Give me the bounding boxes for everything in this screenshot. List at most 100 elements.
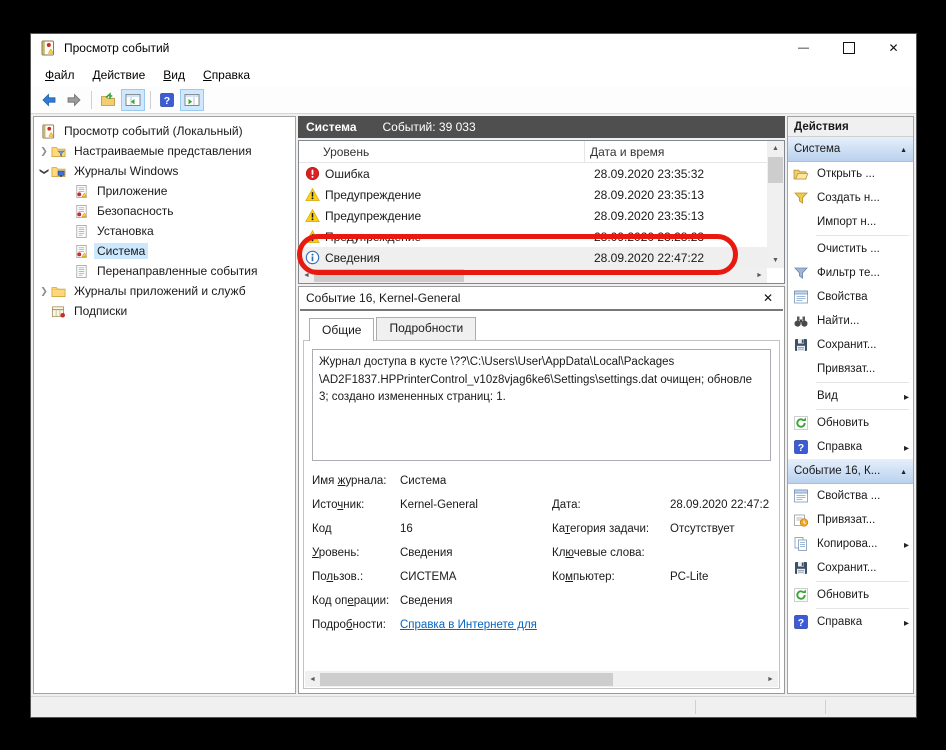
help-icon: ? <box>159 92 175 108</box>
collapse-icon[interactable] <box>900 143 907 155</box>
tab-general[interactable]: Общие <box>309 318 374 341</box>
center-pane: Система Событий: 39 033 Уровень Дата и в… <box>298 116 785 694</box>
field-row: Имя журнала: Система <box>312 475 771 499</box>
statusbar-separator <box>825 700 826 714</box>
action-event-help[interactable]: ? Справка <box>788 610 913 634</box>
event-row[interactable]: Предупреждение 28.09.2020 23:35:13 <box>299 205 767 226</box>
export-log-button[interactable] <box>96 89 120 111</box>
tree-item-root[interactable]: Просмотр событий (Локальный) <box>34 121 295 141</box>
action-event-save[interactable]: Сохранит... <box>788 556 913 580</box>
field-row: Подробности: Справка в Интернете для <box>312 619 771 643</box>
tree-item-security[interactable]: Безопасность <box>34 201 295 221</box>
no-icon <box>793 241 811 257</box>
field-label-date: Дата: <box>552 499 670 511</box>
save-icon <box>793 337 811 353</box>
event-row[interactable]: Ошибка 28.09.2020 23:35:32 <box>299 163 767 184</box>
scrollbar-thumb[interactable] <box>314 269 464 282</box>
toggle-action-pane-button[interactable] <box>180 89 204 111</box>
action-attach-task[interactable]: Привязат... <box>788 357 913 381</box>
info-icon <box>305 250 320 265</box>
back-button[interactable] <box>37 89 61 111</box>
column-level[interactable]: Уровень <box>299 141 585 162</box>
list-horizontal-scrollbar[interactable] <box>299 268 767 283</box>
subscriptions-icon <box>51 304 67 319</box>
action-properties[interactable]: Свойства <box>788 285 913 309</box>
tree-item-application[interactable]: Приложение <box>34 181 295 201</box>
tree-item-custom-views[interactable]: Настраиваемые представления <box>34 141 295 161</box>
no-icon <box>793 214 811 230</box>
chevron-right-icon[interactable] <box>37 146 51 157</box>
event-row-selected[interactable]: Сведения 28.09.2020 22:47:22 <box>299 247 767 268</box>
log-icon <box>74 224 90 239</box>
field-row: Код операции: Сведения <box>312 595 771 619</box>
list-vertical-scrollbar[interactable] <box>767 141 784 268</box>
event-description[interactable]: Журнал доступа в кусте \??\C:\Users\User… <box>312 349 771 461</box>
action-refresh[interactable]: Обновить <box>788 411 913 435</box>
event-row[interactable]: Предупреждение 28.09.2020 23:28:23 <box>299 226 767 247</box>
action-event-attach-task[interactable]: Привязат... <box>788 508 913 532</box>
title-bar[interactable]: Просмотр событий <box>31 34 916 62</box>
scroll-left-icon[interactable] <box>299 268 314 283</box>
field-value-source: Kernel-General <box>400 499 552 511</box>
collapse-icon[interactable] <box>900 465 907 477</box>
tree-item-setup[interactable]: Установка <box>34 221 295 241</box>
action-import-custom-view[interactable]: Импорт н... <box>788 210 913 234</box>
scroll-right-icon[interactable] <box>752 268 767 283</box>
column-date[interactable]: Дата и время <box>585 145 784 159</box>
section-header-event[interactable]: Событие 16, К... <box>788 459 913 484</box>
chevron-right-icon[interactable] <box>37 286 51 297</box>
action-event-refresh[interactable]: Обновить <box>788 583 913 607</box>
minimize-button[interactable] <box>781 34 826 62</box>
menu-file[interactable]: Файл <box>36 65 84 85</box>
create-filter-icon <box>793 190 811 206</box>
action-clear-log[interactable]: Очистить ... <box>788 237 913 261</box>
separator <box>816 382 909 383</box>
scrollbar-thumb[interactable] <box>768 157 783 183</box>
action-filter-current-log[interactable]: Фильтр те... <box>788 261 913 285</box>
details-title-row: Событие 16, Kernel-General <box>299 287 784 309</box>
action-copy[interactable]: Копирова... <box>788 532 913 556</box>
forward-icon <box>66 92 82 108</box>
field-label-opcode: Код операции: <box>312 595 400 607</box>
action-find[interactable]: Найти... <box>788 309 913 333</box>
action-event-properties[interactable]: Свойства ... <box>788 484 913 508</box>
event-row[interactable]: Предупреждение 28.09.2020 23:35:13 <box>299 184 767 205</box>
chevron-down-icon[interactable] <box>37 166 51 177</box>
log-name: Система <box>306 120 357 134</box>
folder-icon <box>51 284 67 299</box>
help-button[interactable]: ? <box>155 89 179 111</box>
toggle-console-tree-button[interactable] <box>121 89 145 111</box>
menu-action[interactable]: Действие <box>84 65 155 85</box>
event-count: Событий: 39 033 <box>383 120 476 134</box>
maximize-button[interactable] <box>826 34 871 62</box>
tree-item-system[interactable]: Система <box>34 241 295 261</box>
action-help[interactable]: ? Справка <box>788 435 913 459</box>
forward-button[interactable] <box>62 89 86 111</box>
action-create-custom-view[interactable]: Создать н... <box>788 186 913 210</box>
scroll-left-icon[interactable] <box>305 672 320 687</box>
menu-help[interactable]: Справка <box>194 65 259 85</box>
window-title: Просмотр событий <box>64 41 781 55</box>
scroll-right-icon[interactable] <box>763 672 778 687</box>
close-button[interactable] <box>871 34 916 62</box>
scroll-up-icon[interactable] <box>767 141 784 156</box>
online-help-link[interactable]: Справка в Интернете для <box>400 619 771 631</box>
tree-item-subscriptions[interactable]: Подписки <box>34 301 295 321</box>
tree-item-forwarded-events[interactable]: Перенаправленные события <box>34 261 295 281</box>
properties-icon <box>793 488 811 504</box>
field-row: Источник: Kernel-General Дата: 28.09.202… <box>312 499 771 523</box>
menu-view[interactable]: Вид <box>154 65 194 85</box>
toolbar: ? <box>31 87 916 114</box>
action-save-all-events[interactable]: Сохранит... <box>788 333 913 357</box>
scroll-down-icon[interactable] <box>767 253 784 268</box>
tab-details[interactable]: Подробности <box>376 317 476 340</box>
action-open-saved-log[interactable]: Открыть ... <box>788 162 913 186</box>
tree-item-app-service-logs[interactable]: Журналы приложений и служб <box>34 281 295 301</box>
action-view-menu[interactable]: Вид <box>788 384 913 408</box>
details-title: Событие 16, Kernel-General <box>306 291 759 305</box>
scrollbar-thumb[interactable] <box>320 673 613 686</box>
tree-item-windows-logs[interactable]: Журналы Windows <box>34 161 295 181</box>
close-icon[interactable] <box>759 291 777 305</box>
details-horizontal-scrollbar[interactable] <box>305 671 778 687</box>
section-header-system[interactable]: Система <box>788 137 913 162</box>
